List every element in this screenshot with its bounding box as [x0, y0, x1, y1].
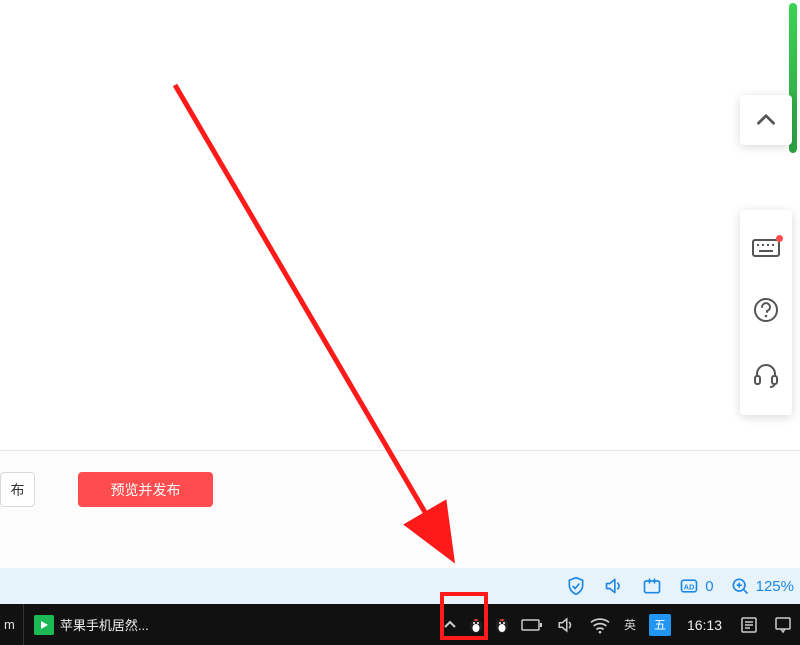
- shield-icon: [566, 576, 586, 596]
- system-tray: 英 五 16:13: [437, 604, 800, 645]
- headset-icon: [752, 361, 780, 389]
- support-button[interactable]: [752, 361, 780, 389]
- taskbar-app-title: 苹果手机居然...: [60, 615, 149, 634]
- ime-badge-label: 五: [649, 614, 671, 636]
- snapshot-icon: [642, 576, 662, 596]
- publish-button[interactable]: 预览并发布: [78, 472, 213, 507]
- scroll-top-button[interactable]: [740, 95, 792, 145]
- chevron-up-icon: [753, 107, 779, 133]
- help-button[interactable]: [752, 296, 780, 324]
- zoom-icon: [730, 576, 750, 596]
- note-icon: [740, 616, 758, 634]
- taskbar-clock[interactable]: 16:13: [677, 617, 732, 633]
- tray-wifi[interactable]: [583, 604, 617, 645]
- play-icon: [34, 615, 54, 635]
- notification-icon: [774, 616, 792, 634]
- content-area: [0, 0, 800, 450]
- float-tools: [740, 210, 792, 415]
- annotation-highlight-box: [440, 592, 488, 640]
- zoom-level: 125%: [756, 578, 794, 595]
- adblock-button[interactable]: AD 0: [679, 576, 713, 596]
- zoom-button[interactable]: 125%: [730, 576, 794, 596]
- taskbar-app-video[interactable]: 苹果手机居然...: [23, 604, 159, 645]
- keyboard-button[interactable]: [751, 237, 781, 259]
- action-center-2[interactable]: [766, 604, 800, 645]
- taskbar-app-partial-label: m: [4, 617, 15, 632]
- volume-button[interactable]: [603, 575, 625, 597]
- browser-status-bar: AD 0 125%: [0, 568, 800, 604]
- tray-app-2[interactable]: [489, 604, 515, 645]
- action-center-1[interactable]: [732, 604, 766, 645]
- clock-time: 16:13: [687, 617, 722, 633]
- tray-volume[interactable]: [549, 604, 583, 645]
- taskbar-app-partial[interactable]: m: [0, 604, 23, 645]
- ime-lang[interactable]: 英: [617, 604, 643, 645]
- app-footer: [0, 451, 800, 568]
- publish-button-label: 预览并发布: [111, 480, 181, 500]
- help-icon: [752, 296, 780, 324]
- secondary-button[interactable]: 布: [0, 472, 35, 507]
- svg-text:AD: AD: [684, 582, 695, 591]
- ime-method[interactable]: 五: [643, 604, 677, 645]
- adblock-icon: AD: [679, 576, 699, 596]
- volume-icon: [603, 576, 625, 596]
- battery-icon: [521, 618, 543, 632]
- taskbar: m 苹果手机居然...: [0, 604, 800, 645]
- shield-button[interactable]: [565, 575, 587, 597]
- volume-icon: [556, 616, 576, 634]
- ime-lang-label: 英: [624, 616, 636, 633]
- adblock-count: 0: [705, 578, 713, 595]
- tray-battery[interactable]: [515, 604, 549, 645]
- penguin-icon: [493, 616, 511, 634]
- snapshot-button[interactable]: [641, 575, 663, 597]
- secondary-button-label: 布: [11, 480, 25, 500]
- notification-dot-icon: [776, 235, 783, 242]
- wifi-icon: [589, 616, 611, 634]
